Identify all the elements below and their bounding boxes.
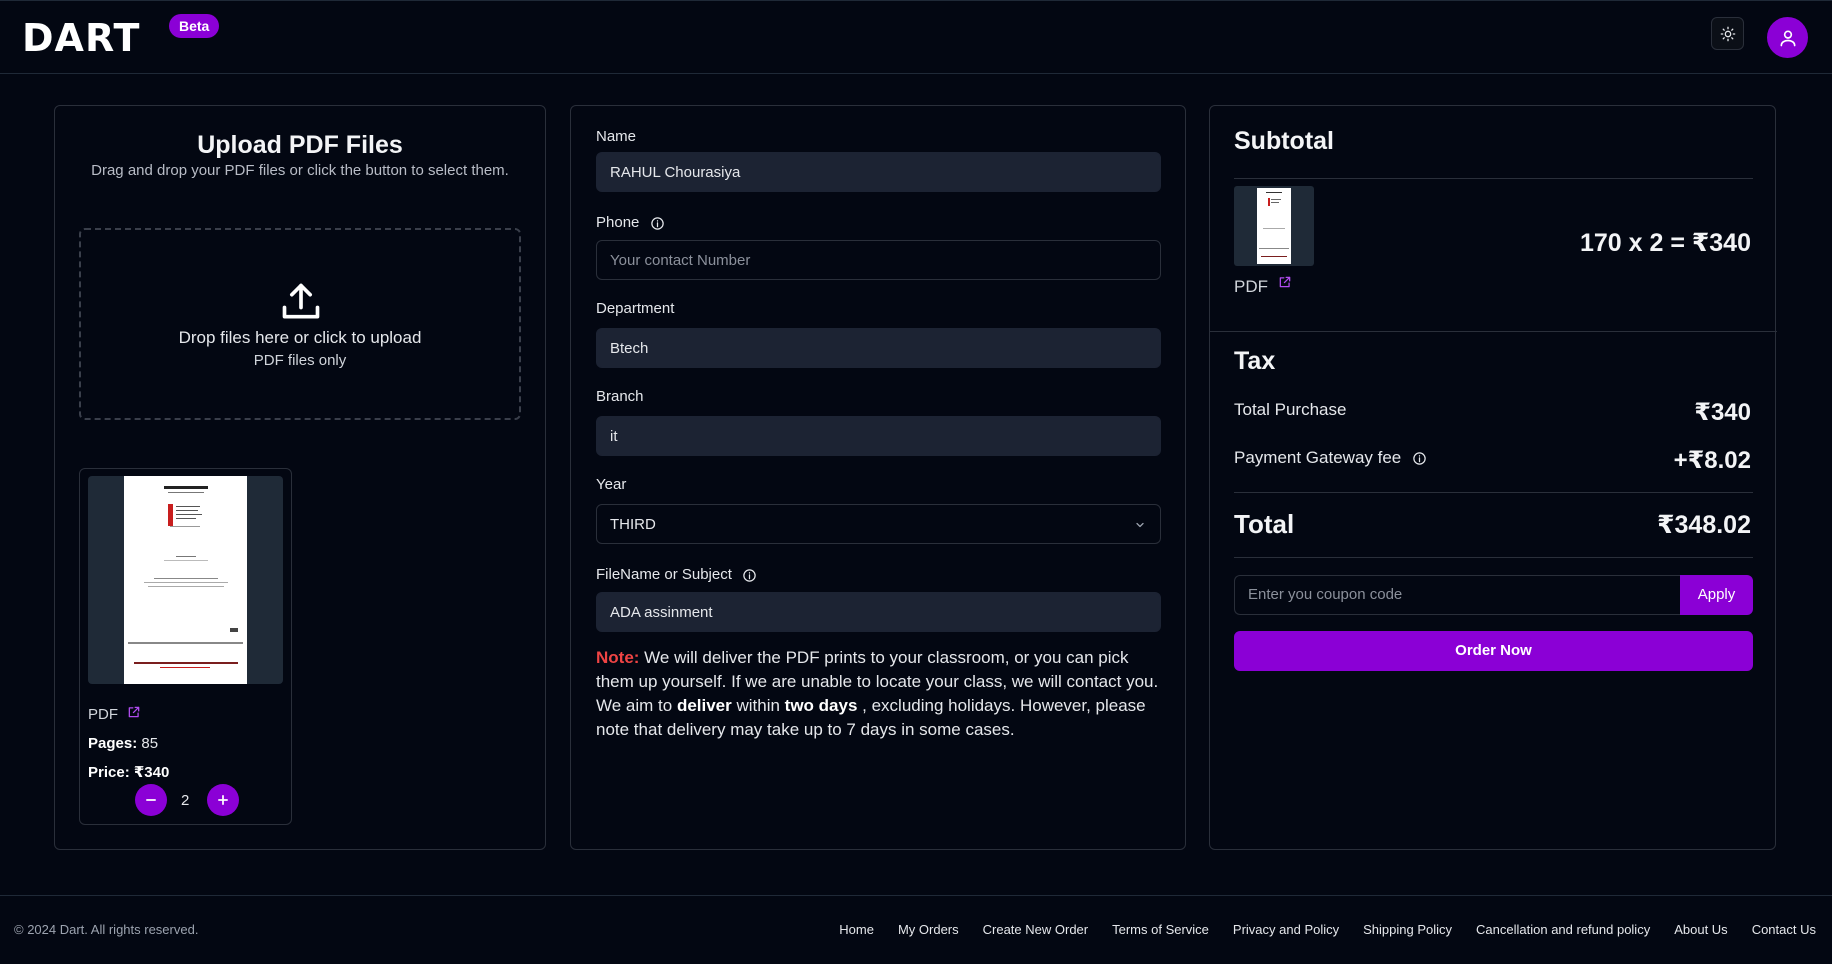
external-link-icon[interactable] <box>127 705 141 719</box>
divider <box>1210 331 1777 332</box>
price-value: ₹340 <box>133 764 170 781</box>
info-icon[interactable] <box>742 568 757 583</box>
dropzone-text: Drop files here or click to upload <box>178 328 422 347</box>
footer-link-home[interactable]: Home <box>839 922 874 937</box>
item-thumbnail <box>1234 186 1314 266</box>
gateway-fee-label: Payment Gateway fee <box>1234 448 1402 467</box>
dart-logo[interactable]: DART <box>22 19 140 57</box>
divider <box>1234 557 1753 558</box>
dropzone-hint: PDF files only <box>253 352 347 369</box>
price-label: Price: <box>88 764 130 781</box>
beta-badge: Beta <box>169 14 220 38</box>
quantity-value: 2 <box>181 792 190 809</box>
note-label: Note: <box>596 648 640 667</box>
upload-card: Upload PDF Files Drag and drop your PDF … <box>54 105 546 850</box>
phone-label-row: Phone <box>596 214 665 231</box>
footer-link-about[interactable]: About Us <box>1674 922 1727 937</box>
footer-link-cancellation[interactable]: Cancellation and refund policy <box>1476 922 1650 937</box>
filename-label: FileName or Subject <box>596 566 732 583</box>
sun-icon <box>1720 26 1735 41</box>
item-page-preview <box>1257 188 1291 264</box>
plus-icon <box>218 795 228 805</box>
order-summary-card: Subtotal PDF 170 x 2 = ₹340 Tax Total Pu… <box>1209 105 1777 850</box>
upload-subtitle: Drag and drop your PDF files or click th… <box>91 162 509 179</box>
increase-quantity-button[interactable] <box>207 784 239 816</box>
total-purchase-label: Total Purchase <box>1234 400 1347 419</box>
site-footer: © 2024 Dart. All rights reserved. Home M… <box>0 895 1832 964</box>
theme-toggle-button[interactable] <box>1711 17 1744 50</box>
branch-label: Branch <box>596 388 644 405</box>
info-icon[interactable] <box>1412 451 1427 466</box>
pages-value: 85 <box>141 735 159 752</box>
name-input[interactable]: RAHUL Chourasiya <box>596 152 1161 192</box>
total-label: Total <box>1234 509 1295 539</box>
pages-label: Pages: <box>88 735 138 752</box>
filename-input[interactable]: ADA assinment <box>596 592 1161 632</box>
gateway-fee-row: Payment Gateway fee <box>1234 448 1427 468</box>
department-label: Department <box>596 300 675 317</box>
upload-icon <box>282 283 320 319</box>
external-link-icon[interactable] <box>1278 275 1292 289</box>
chevron-down-icon <box>1136 522 1144 528</box>
branch-input[interactable]: it <box>596 416 1161 456</box>
note-emphasis: two days <box>784 696 858 715</box>
divider <box>1234 492 1753 493</box>
top-header: DART Beta <box>0 0 1832 74</box>
price-row: Price: ₹340 <box>88 763 169 781</box>
tax-title: Tax <box>1234 347 1276 375</box>
filename-label-row: FileName or Subject <box>596 566 757 583</box>
note-emphasis: deliver <box>676 696 732 715</box>
pdf-page-preview <box>124 476 247 684</box>
upload-title: Upload PDF Files <box>197 131 403 159</box>
note-text: within <box>731 696 785 715</box>
user-icon <box>1780 29 1795 46</box>
total-purchase-value: ₹340 <box>1694 399 1751 426</box>
subtotal-title: Subtotal <box>1234 127 1334 155</box>
order-now-button[interactable]: Order Now <box>1234 631 1753 671</box>
pages-row: Pages: 85 <box>88 735 158 752</box>
item-calculation: 170 x 2 = ₹340 <box>1579 229 1751 257</box>
user-avatar-button[interactable] <box>1767 17 1808 58</box>
gateway-fee-value: +₹8.02 <box>1673 447 1751 474</box>
pdf-thumbnail <box>88 476 283 684</box>
file-dropzone[interactable]: Drop files here or click to upload PDF f… <box>79 228 521 420</box>
year-label: Year <box>596 476 627 493</box>
footer-link-contact[interactable]: Contact Us <box>1752 922 1816 937</box>
file-type-label: PDF <box>88 706 118 723</box>
copyright-text: © 2024 Dart. All rights reserved. <box>14 922 199 937</box>
total-value: ₹348.02 <box>1657 511 1751 539</box>
minus-icon <box>146 799 156 801</box>
phone-input[interactable]: Your contact Number <box>596 240 1161 280</box>
info-icon[interactable] <box>650 216 665 231</box>
footer-links: Home My Orders Create New Order Terms of… <box>839 922 1816 937</box>
delivery-note: Note: We will deliver the PDF prints to … <box>596 646 1161 742</box>
footer-link-privacy[interactable]: Privacy and Policy <box>1233 922 1339 937</box>
year-select[interactable]: THIRD <box>596 504 1161 544</box>
uploaded-file-card: PDF Pages: 85 Price: ₹340 2 <box>79 468 292 825</box>
apply-coupon-button[interactable]: Apply <box>1680 575 1753 615</box>
phone-label: Phone <box>596 214 640 231</box>
decrease-quantity-button[interactable] <box>135 784 167 816</box>
footer-link-shipping[interactable]: Shipping Policy <box>1363 922 1452 937</box>
footer-link-create-order[interactable]: Create New Order <box>983 922 1088 937</box>
footer-link-my-orders[interactable]: My Orders <box>898 922 959 937</box>
name-label: Name <box>596 128 637 145</box>
year-selected-value: THIRD <box>610 516 656 533</box>
coupon-input[interactable]: Enter you coupon code <box>1234 575 1680 615</box>
divider <box>1234 178 1753 179</box>
footer-link-terms[interactable]: Terms of Service <box>1112 922 1209 937</box>
department-input[interactable]: Btech <box>596 328 1161 368</box>
item-type-label: PDF <box>1234 277 1268 296</box>
details-form-card: Name RAHUL Chourasiya Phone Your contact… <box>570 105 1186 850</box>
